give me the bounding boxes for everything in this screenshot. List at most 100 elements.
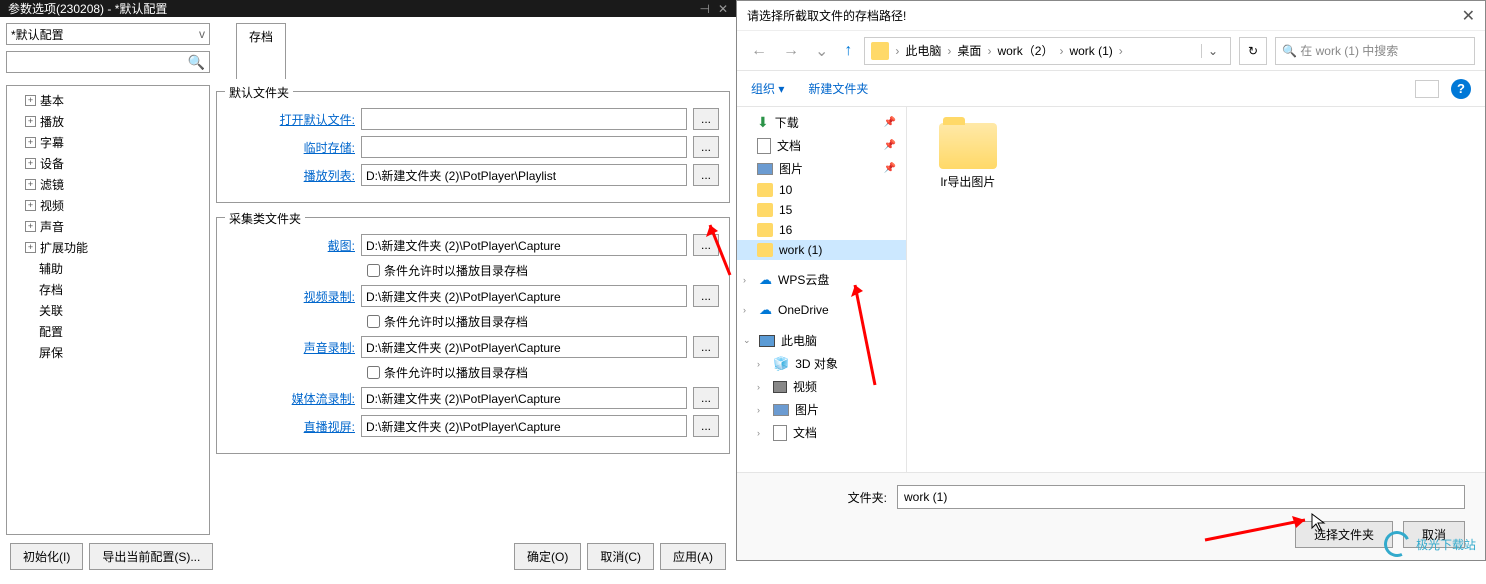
nav-pictures2[interactable]: ›图片 [737,398,906,421]
browse-button[interactable]: ... [693,136,719,158]
browse-button[interactable]: ... [693,285,719,307]
browse-button[interactable]: ... [693,234,719,256]
livescreen-input[interactable] [361,415,687,437]
nav-pictures[interactable]: 图片📌 [737,157,906,180]
screenshot-link[interactable]: 截图: [227,237,355,254]
filename-input[interactable] [897,485,1465,509]
help-icon[interactable]: ? [1451,79,1471,99]
dialog-footer: 文件夹: 选择文件夹 取消 [737,472,1485,560]
search-icon: 🔍 [1282,44,1297,58]
tree-audio[interactable]: +声音 [11,216,205,237]
search-placeholder: 在 work (1) 中搜索 [1300,42,1398,59]
tree-playback[interactable]: +播放 [11,111,205,132]
screenshot-input[interactable] [361,234,687,256]
nav-docs2[interactable]: ›文档 [737,421,906,444]
browse-button[interactable]: ... [693,387,719,409]
playlist-input[interactable] [361,164,687,186]
tree-subtitle[interactable]: +字幕 [11,132,205,153]
up-icon[interactable]: ↑ [840,42,856,60]
folder-icon [757,203,773,217]
videorec-link[interactable]: 视频录制: [227,288,355,305]
watermark: 极光下载站 [1384,531,1476,557]
dialog-title-bar: 请选择所截取文件的存档路径! ✕ [737,1,1485,31]
tree-archive[interactable]: 存档 [11,279,205,300]
init-button[interactable]: 初始化(I) [10,543,83,570]
bc-pc[interactable]: 此电脑 [905,42,941,59]
new-folder-button[interactable]: 新建文件夹 [808,80,868,97]
browse-button[interactable]: ... [693,108,719,130]
cb1[interactable] [367,264,380,277]
nav-documents[interactable]: 文档📌 [737,134,906,157]
search-input[interactable]: 🔍 [6,51,210,73]
back-icon[interactable]: ← [747,42,771,60]
picture-icon [757,163,773,175]
cb3[interactable] [367,366,380,379]
breadcrumb[interactable]: › 此电脑 › 桌面 › work（2） › work (1) › ⌄ [864,37,1231,65]
file-list[interactable]: lr导出图片 [907,107,1485,472]
nav-onedrive[interactable]: ›☁OneDrive [737,299,906,321]
tree-config[interactable]: 配置 [11,321,205,342]
navigation-pane[interactable]: ⬇下载📌 文档📌 图片📌 10 15 16 work (1) ›☁WPS云盘 ›… [737,107,907,472]
export-button[interactable]: 导出当前配置(S)... [89,543,213,570]
pin-icon[interactable]: ⊣ [699,2,709,16]
config-dropdown[interactable]: *默认配置 v [6,23,210,45]
pc-icon [759,335,775,347]
capture-folder-group: 采集类文件夹 截图: ... 条件允许时以播放目录存档 视频录制: ... [216,217,730,454]
close-icon[interactable]: ✕ [1462,6,1475,26]
tree-ext[interactable]: +扩展功能 [11,237,205,258]
close-icon[interactable]: ✕ [718,2,728,16]
breadcrumb-dropdown-icon[interactable]: ⌄ [1201,44,1224,58]
view-mode-button[interactable] [1415,80,1439,98]
chevron-down-icon: ⌄ [743,335,753,346]
videorec-input[interactable] [361,285,687,307]
organize-menu[interactable]: 组织 ▾ [751,80,784,97]
nav-videos[interactable]: ›视频 [737,375,906,398]
recent-dropdown-icon[interactable]: ⌄ [811,41,832,61]
document-icon [773,425,787,441]
nav-3d[interactable]: ›🧊3D 对象 [737,352,906,375]
browse-button[interactable]: ... [693,164,719,186]
tab-archive[interactable]: 存档 [236,23,286,79]
ok-button[interactable]: 确定(O) [514,543,581,570]
folder-item[interactable]: lr导出图片 [923,123,1013,190]
select-folder-button[interactable]: 选择文件夹 [1295,521,1393,548]
nav-downloads[interactable]: ⬇下载📌 [737,111,906,134]
chevron-down-icon: v [199,27,205,41]
browse-button[interactable]: ... [693,415,719,437]
tree-assoc[interactable]: 关联 [11,300,205,321]
streamrec-input[interactable] [361,387,687,409]
audiorec-link[interactable]: 声音录制: [227,339,355,356]
nav-thispc[interactable]: ⌄此电脑 [737,329,906,352]
apply-button[interactable]: 应用(A) [660,543,726,570]
nav-folder-work1[interactable]: work (1) [737,240,906,260]
open-default-input[interactable] [361,108,687,130]
refresh-button[interactable]: ↻ [1239,37,1267,65]
tree-assist[interactable]: 辅助 [11,258,205,279]
tree-filter[interactable]: +滤镜 [11,174,205,195]
nav-folder-16[interactable]: 16 [737,220,906,240]
category-tree[interactable]: +基本 +播放 +字幕 +设备 +滤镜 +视频 +声音 +扩展功能 辅助 存档 … [6,85,210,535]
playlist-link[interactable]: 播放列表: [227,167,355,184]
cb2[interactable] [367,315,380,328]
livescreen-link[interactable]: 直播视屏: [227,418,355,435]
nav-wps[interactable]: ›☁WPS云盘 [737,268,906,291]
temp-save-input[interactable] [361,136,687,158]
audiorec-input[interactable] [361,336,687,358]
streamrec-link[interactable]: 媒体流录制: [227,390,355,407]
search-input[interactable]: 🔍 在 work (1) 中搜索 [1275,37,1475,65]
folder-icon [939,123,997,169]
temp-save-link[interactable]: 临时存储: [227,139,355,156]
browse-button[interactable]: ... [693,336,719,358]
bc-work1[interactable]: work (1) [1069,44,1112,58]
tree-screensaver[interactable]: 屏保 [11,342,205,363]
cancel-button[interactable]: 取消(C) [587,543,654,570]
nav-folder-10[interactable]: 10 [737,180,906,200]
open-default-link[interactable]: 打开默认文件: [227,111,355,128]
nav-folder-15[interactable]: 15 [737,200,906,220]
tree-video[interactable]: +视频 [11,195,205,216]
forward-icon[interactable]: → [779,42,803,60]
tree-device[interactable]: +设备 [11,153,205,174]
tree-basic[interactable]: +基本 [11,90,205,111]
bc-work2[interactable]: work（2） [997,42,1053,59]
bc-desktop[interactable]: 桌面 [957,42,981,59]
